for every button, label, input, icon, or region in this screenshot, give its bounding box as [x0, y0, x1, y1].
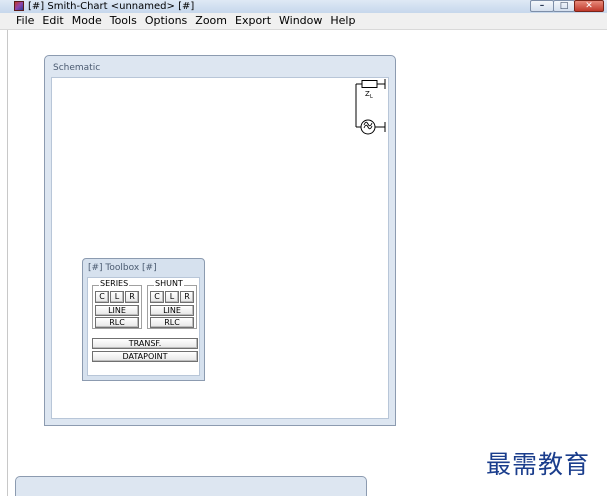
- transformer-button[interactable]: TRANSF.: [92, 338, 198, 349]
- shunt-resistor-button[interactable]: R: [180, 291, 194, 303]
- shunt-group: SHUNT C L R LINE RLC: [147, 279, 197, 329]
- toolbox-title: [#] Toolbox [#]: [88, 263, 157, 273]
- menu-tools[interactable]: Tools: [106, 13, 141, 29]
- shunt-line-button[interactable]: LINE: [150, 305, 194, 316]
- shunt-inductor-button[interactable]: L: [165, 291, 179, 303]
- maximize-button[interactable]: □: [553, 0, 575, 12]
- window-title: [#] Smith-Chart <unnamed> [#]: [28, 1, 195, 12]
- menu-file[interactable]: File: [12, 13, 38, 29]
- series-group: SERIES C L R LINE RLC: [92, 279, 142, 329]
- bottom-child-window[interactable]: [15, 476, 367, 496]
- shunt-capacitor-button[interactable]: C: [150, 291, 164, 303]
- load-impedance-icon[interactable]: [361, 80, 378, 88]
- close-button[interactable]: ✕: [574, 0, 604, 12]
- schematic-title: Schematic: [53, 63, 101, 73]
- circuit-diagram: Z L: [355, 79, 386, 135]
- menu-export[interactable]: Export: [231, 13, 275, 29]
- maximize-icon: □: [559, 1, 569, 11]
- title-bar: [#] Smith-Chart <unnamed> [#] – □ ✕: [0, 0, 607, 14]
- series-capacitor-button[interactable]: C: [95, 291, 109, 303]
- series-rlc-button[interactable]: RLC: [95, 317, 139, 328]
- minimize-icon: –: [539, 1, 545, 11]
- menu-window[interactable]: Window: [275, 13, 326, 29]
- menu-edit[interactable]: Edit: [38, 13, 67, 29]
- series-label: SERIES: [99, 279, 130, 289]
- workspace-border: [7, 30, 8, 496]
- menu-help[interactable]: Help: [326, 13, 359, 29]
- series-resistor-button[interactable]: R: [125, 291, 139, 303]
- load-label-subscript: L: [370, 94, 373, 100]
- shunt-label: SHUNT: [154, 279, 184, 289]
- minimize-button[interactable]: –: [530, 0, 554, 12]
- menu-options[interactable]: Options: [141, 13, 191, 29]
- toolbox-body: SERIES C L R LINE RLC SHUNT C L R LINE R…: [87, 277, 200, 376]
- menu-bar: File Edit Mode Tools Options Zoom Export…: [0, 13, 607, 30]
- series-line-button[interactable]: LINE: [95, 305, 139, 316]
- series-inductor-button[interactable]: L: [110, 291, 124, 303]
- datapoint-button[interactable]: DATAPOINT: [92, 351, 198, 362]
- toolbox-window[interactable]: [#] Toolbox [#] SERIES C L R LINE RLC SH…: [82, 258, 205, 381]
- app-icon[interactable]: [14, 1, 24, 11]
- menu-mode[interactable]: Mode: [68, 13, 106, 29]
- close-icon: ✕: [585, 1, 593, 11]
- menu-zoom[interactable]: Zoom: [191, 13, 231, 29]
- shunt-rlc-button[interactable]: RLC: [150, 317, 194, 328]
- watermark-text: 最需教育: [486, 450, 591, 479]
